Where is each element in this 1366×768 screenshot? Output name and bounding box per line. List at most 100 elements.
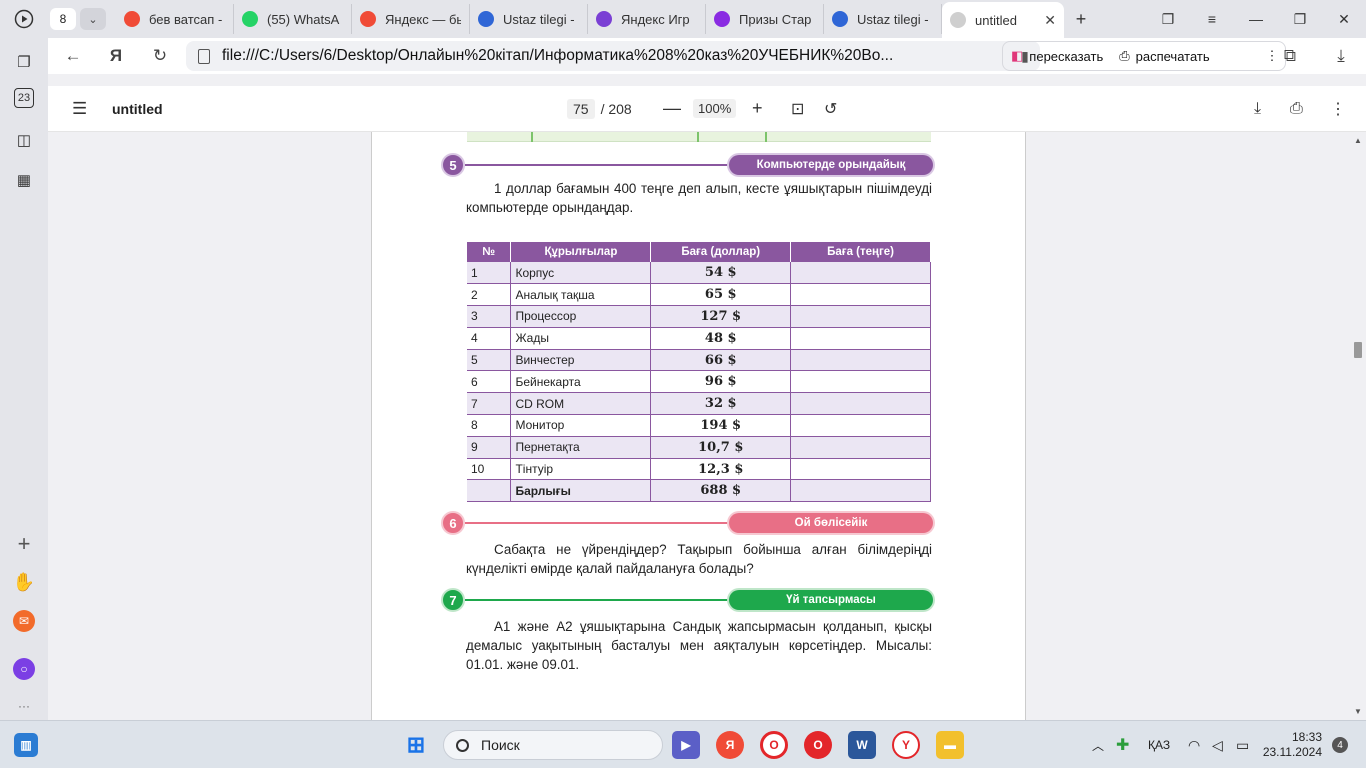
time: 18:33 [1291, 730, 1322, 744]
minimize-button[interactable]: — [1234, 0, 1278, 38]
table-cell: 10 [467, 458, 512, 481]
tray-chevron-icon[interactable]: ︿ [1092, 721, 1104, 768]
word-icon[interactable]: W [848, 731, 876, 759]
opera-icon[interactable]: O [760, 731, 788, 759]
scroll-thumb[interactable] [1354, 342, 1362, 358]
section-number: 6 [441, 511, 465, 535]
table-cell: 8 [467, 414, 512, 437]
back-button[interactable]: ← [56, 39, 90, 73]
more-options-icon[interactable]: ⋮ [1330, 99, 1346, 119]
yandex-logo-icon[interactable]: Я [99, 39, 133, 73]
table-cell: 1 [467, 262, 512, 285]
table-cell [790, 392, 931, 416]
scroll-down-icon[interactable]: ▼ [1352, 707, 1364, 716]
url-field[interactable]: file:///C:/Users/6/Desktop/Онлайын%20кіт… [186, 41, 1040, 71]
close-window-button[interactable]: ✕ [1322, 0, 1366, 38]
table-row: 1 Корпус 54 $ [467, 262, 931, 285]
zoom-controls: — 100% + [657, 98, 772, 119]
table-cell [790, 479, 931, 503]
tray-app-icon[interactable]: ✚ [1116, 721, 1129, 768]
column-header: Құрылғылар [510, 242, 652, 262]
download-icon[interactable]: ⤓ [1316, 39, 1366, 73]
collections-icon[interactable]: ❐ [12, 50, 36, 74]
table-cell: 32 $ [650, 392, 792, 416]
more-dots-icon[interactable]: ··· [12, 694, 36, 718]
url-text[interactable]: file:///C:/Users/6/Desktop/Онлайын%20кіт… [222, 47, 1010, 65]
retell-button[interactable]: ◧ пересказать [1003, 48, 1111, 64]
zoom-in-button[interactable]: + [742, 98, 772, 119]
total-label: Барлығы [510, 479, 652, 503]
page-number-input[interactable]: 75 [567, 98, 595, 119]
address-actions: ◧ пересказать ⎙ распечатать ⋮ [1002, 41, 1286, 71]
tab[interactable]: бев ватсап - [116, 4, 234, 34]
extensions-icon[interactable]: ⧉ [1264, 39, 1316, 73]
pdf-title: untitled [112, 100, 163, 117]
ustaz-icon [478, 11, 494, 27]
taskbar-search[interactable]: Поиск [443, 730, 663, 760]
chevron-down-icon[interactable]: ⌄ [80, 8, 106, 30]
language-indicator[interactable]: ҚАЗ [1148, 721, 1170, 768]
table-row: 8 Монитор 194 $ [467, 414, 931, 437]
alice-icon[interactable]: ○ [13, 658, 35, 680]
section-pill: Компьютерде орындайық [729, 155, 933, 175]
pdf-viewer: 5 Компьютерде орындайық 1 доллар бағамын… [48, 132, 1350, 720]
table-cell [790, 370, 931, 394]
tab[interactable]: Яндекс Игр [588, 4, 706, 34]
apps-icon[interactable]: ▦ [12, 168, 36, 192]
restore-button[interactable]: ❐ [1278, 0, 1322, 38]
mail-icon[interactable]: ✉ [13, 610, 35, 632]
widgets-icon[interactable]: ▥ [14, 733, 38, 757]
tab[interactable]: (55) WhatsA [234, 4, 352, 34]
yandex-browser-icon[interactable]: Я [716, 731, 744, 759]
table-row: 4 Жады 48 $ [467, 327, 931, 350]
table-row: 10 Тінтуір 12,3 $ [467, 458, 931, 481]
close-tab-icon[interactable]: ✕ [1044, 12, 1056, 29]
divider [465, 164, 753, 166]
download-pdf-icon[interactable]: ⤓ [1254, 100, 1261, 118]
tab[interactable]: Ustaz tilegi - [824, 4, 942, 34]
table-cell: Монитор [510, 414, 652, 437]
tab[interactable]: Призы Стар [706, 4, 824, 34]
print-icon[interactable]: ⎙ [1290, 100, 1303, 118]
print-page-button[interactable]: ⎙ распечатать [1111, 48, 1217, 64]
retell-icon: ◧ [1011, 48, 1024, 63]
table-cell: 7 [467, 392, 512, 416]
section-5-text: 1 доллар бағамын 400 теңге деп алып, кес… [466, 181, 932, 215]
tab-count[interactable]: 8 [50, 8, 76, 30]
rotate-icon[interactable]: ↺ [824, 99, 837, 119]
start-icon[interactable]: ⊞ [402, 731, 430, 759]
new-tab-button[interactable]: + [1068, 6, 1094, 32]
meet-icon[interactable]: ▶ [672, 731, 700, 759]
clock[interactable]: 18:33 23.11.2024 [1263, 730, 1322, 760]
file-explorer-icon[interactable]: ▬ [936, 731, 964, 759]
hamburger-menu-icon[interactable]: ☰ [72, 99, 87, 119]
tab-label: (55) WhatsA [267, 11, 340, 27]
reload-button[interactable]: ↻ [143, 39, 177, 73]
sidebar-toggle[interactable] [0, 0, 48, 38]
zoom-level[interactable]: 100% [693, 99, 737, 118]
table-cell: 48 $ [650, 327, 792, 350]
wifi-icon[interactable]: ◠ [1188, 721, 1200, 768]
tab[interactable]: Ustaz tilegi - [470, 4, 588, 34]
hand-icon[interactable]: ✋ [12, 570, 36, 594]
fit-page-icon[interactable]: ⊡ [791, 99, 804, 119]
scroll-up-icon[interactable]: ▲ [1352, 136, 1364, 145]
browser-sidebar: ❐ 23 ◫ ▦ + ✋ ✉ ○ ··· [0, 38, 48, 720]
notifications-badge[interactable]: 4 [1332, 737, 1348, 753]
opera-gx-icon[interactable]: O [804, 731, 832, 759]
calendar-icon[interactable]: 23 [14, 88, 34, 108]
tab[interactable]: Яндекс — бы [352, 4, 470, 34]
vertical-scrollbar[interactable]: ▲ ▼ [1350, 132, 1366, 720]
table-cell: Бейнекарта [510, 370, 652, 394]
table-cell: Корпус [510, 262, 652, 285]
zoom-out-button[interactable]: — [657, 98, 687, 119]
yandex-icon[interactable]: Y [892, 731, 920, 759]
add-icon[interactable]: + [12, 531, 36, 556]
battery-icon[interactable]: ▭ [1236, 721, 1249, 768]
volume-icon[interactable]: ◁ [1212, 721, 1223, 768]
menu-icon[interactable]: ≡ [1190, 0, 1234, 38]
tab-manager-icon[interactable]: ❐ [1146, 0, 1190, 38]
section-pill: Үй тапсырмасы [729, 590, 933, 610]
screenshot-icon[interactable]: ◫ [12, 128, 36, 152]
tab[interactable]: untitled ✕ [942, 2, 1064, 38]
